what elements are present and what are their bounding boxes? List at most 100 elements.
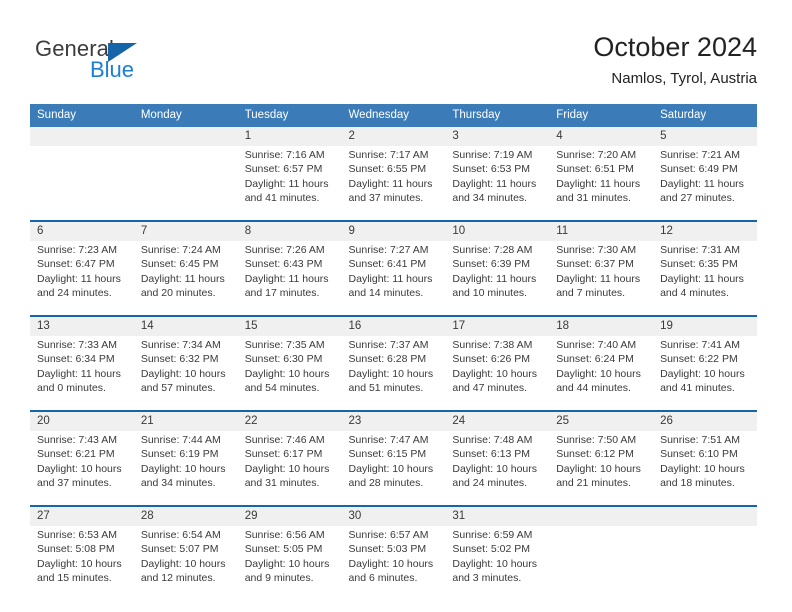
day-number[interactable]: 13 [30, 315, 134, 336]
day-cell[interactable]: Sunrise: 7:46 AM Sunset: 6:17 PM Dayligh… [237, 431, 342, 506]
day-cell[interactable]: Sunrise: 7:48 AM Sunset: 6:13 PM Dayligh… [445, 431, 550, 506]
day-cell[interactable]: Sunrise: 7:23 AM Sunset: 6:47 PM Dayligh… [30, 241, 134, 316]
sunset-text: Sunset: 5:08 PM [37, 543, 115, 556]
day-number[interactable]: 26 [653, 410, 757, 431]
daylight-text-line2: and 3 minutes. [452, 572, 522, 585]
day-number[interactable]: 3 [445, 127, 550, 146]
day-cell[interactable]: Sunrise: 7:44 AM Sunset: 6:19 PM Dayligh… [133, 431, 238, 506]
day-cell[interactable]: Sunrise: 7:41 AM Sunset: 6:22 PM Dayligh… [653, 336, 757, 411]
day-cell[interactable]: Sunrise: 7:38 AM Sunset: 6:26 PM Dayligh… [445, 336, 550, 411]
day-cell[interactable]: Sunrise: 6:54 AM Sunset: 5:07 PM Dayligh… [133, 526, 238, 600]
weekday-header-wednesday: Wednesday [341, 104, 446, 127]
sunrise-text: Sunrise: 6:57 AM [348, 529, 429, 541]
daylight-text-line1: Daylight: 10 hours [140, 367, 226, 380]
sunset-text: Sunset: 6:37 PM [556, 258, 634, 271]
day-number[interactable]: 1 [237, 127, 342, 146]
day-number[interactable]: 21 [133, 410, 238, 431]
day-cell[interactable]: Sunrise: 7:40 AM Sunset: 6:24 PM Dayligh… [549, 336, 654, 411]
day-cell[interactable]: Sunrise: 7:17 AM Sunset: 6:55 PM Dayligh… [341, 146, 446, 221]
day-cell[interactable]: Sunrise: 7:34 AM Sunset: 6:32 PM Dayligh… [133, 336, 238, 411]
day-number[interactable]: 15 [237, 315, 342, 336]
day-number[interactable]: 9 [341, 220, 446, 241]
day-number[interactable]: 16 [341, 315, 446, 336]
sunset-text: Sunset: 6:13 PM [452, 448, 531, 461]
sunset-text: Sunset: 6:10 PM [660, 448, 738, 461]
day-number[interactable]: 28 [133, 505, 238, 526]
day-number[interactable]: 5 [653, 127, 757, 146]
day-cell[interactable]: Sunrise: 6:53 AM Sunset: 5:08 PM Dayligh… [30, 526, 134, 600]
daylight-text-line2: and 41 minutes. [244, 192, 320, 205]
day-number[interactable]: 12 [653, 220, 757, 241]
day-number[interactable]: 30 [341, 505, 446, 526]
day-cell[interactable]: Sunrise: 7:33 AM Sunset: 6:34 PM Dayligh… [30, 336, 134, 411]
day-number[interactable]: 18 [549, 315, 654, 336]
daylight-text-line1: Daylight: 11 hours [452, 272, 537, 285]
day-number[interactable]: 7 [133, 220, 238, 241]
week-daynumber-row: 20 21 22 23 24 25 26 [30, 410, 757, 431]
day-number[interactable]: 11 [549, 220, 654, 241]
sunrise-text: Sunrise: 7:27 AM [348, 244, 429, 256]
daylight-text-line1: Daylight: 10 hours [244, 557, 330, 570]
sunset-text: Sunset: 6:53 PM [452, 163, 531, 176]
daylight-text-line2: and 6 minutes. [348, 572, 418, 585]
day-number[interactable]: 31 [445, 505, 550, 526]
day-number[interactable]: 17 [445, 315, 550, 336]
day-cell[interactable]: Sunrise: 7:43 AM Sunset: 6:21 PM Dayligh… [30, 431, 134, 506]
day-cell[interactable]: Sunrise: 7:28 AM Sunset: 6:39 PM Dayligh… [445, 241, 550, 316]
sunrise-text: Sunrise: 7:28 AM [452, 244, 533, 256]
sunrise-text: Sunrise: 7:38 AM [452, 339, 533, 351]
day-cell[interactable]: Sunrise: 7:21 AM Sunset: 6:49 PM Dayligh… [653, 146, 757, 221]
day-number[interactable]: 29 [237, 505, 342, 526]
day-cell[interactable]: Sunrise: 7:35 AM Sunset: 6:30 PM Dayligh… [237, 336, 342, 411]
day-cell[interactable]: Sunrise: 6:59 AM Sunset: 5:02 PM Dayligh… [445, 526, 550, 600]
day-cell[interactable]: Sunrise: 6:56 AM Sunset: 5:05 PM Dayligh… [237, 526, 342, 600]
day-number[interactable]: 25 [549, 410, 654, 431]
day-cell[interactable]: Sunrise: 7:24 AM Sunset: 6:45 PM Dayligh… [133, 241, 238, 316]
day-number[interactable]: 20 [30, 410, 134, 431]
day-cell[interactable]: Sunrise: 7:37 AM Sunset: 6:28 PM Dayligh… [341, 336, 446, 411]
day-cell[interactable]: Sunrise: 7:27 AM Sunset: 6:41 PM Dayligh… [341, 241, 446, 316]
day-cell[interactable]: Sunrise: 6:57 AM Sunset: 5:03 PM Dayligh… [341, 526, 446, 600]
day-number[interactable]: 22 [237, 410, 342, 431]
daylight-text-line1: Daylight: 10 hours [348, 462, 434, 475]
daylight-text-line2: and 34 minutes. [452, 192, 528, 205]
daylight-text-line1: Daylight: 10 hours [37, 557, 122, 570]
day-number[interactable]: 2 [341, 127, 446, 146]
day-cell[interactable]: Sunrise: 7:50 AM Sunset: 6:12 PM Dayligh… [549, 431, 654, 506]
daylight-text-line2: and 34 minutes. [140, 477, 216, 490]
day-cell[interactable]: Sunrise: 7:16 AM Sunset: 6:57 PM Dayligh… [237, 146, 342, 221]
daylight-text-line2: and 31 minutes. [244, 477, 320, 490]
weekday-header-thursday: Thursday [445, 104, 550, 127]
day-cell[interactable]: Sunrise: 7:26 AM Sunset: 6:43 PM Dayligh… [237, 241, 342, 316]
daylight-text-line1: Daylight: 10 hours [140, 557, 226, 570]
day-number[interactable]: 27 [30, 505, 134, 526]
day-number[interactable]: 14 [133, 315, 238, 336]
sunset-text: Sunset: 6:39 PM [452, 258, 531, 271]
day-cell-empty [30, 146, 134, 221]
day-cell[interactable]: Sunrise: 7:30 AM Sunset: 6:37 PM Dayligh… [549, 241, 654, 316]
day-number[interactable]: 23 [341, 410, 446, 431]
day-cell[interactable]: Sunrise: 7:20 AM Sunset: 6:51 PM Dayligh… [549, 146, 654, 221]
day-number[interactable]: 4 [549, 127, 654, 146]
sunset-text: Sunset: 6:55 PM [348, 163, 427, 176]
day-number[interactable]: 10 [445, 220, 550, 241]
day-number[interactable]: 19 [653, 315, 757, 336]
day-number[interactable]: 24 [445, 410, 550, 431]
sunset-text: Sunset: 6:47 PM [37, 258, 115, 271]
sunset-text: Sunset: 6:30 PM [244, 353, 323, 366]
calendar-table: Sunday Monday Tuesday Wednesday Thursday… [30, 104, 757, 600]
day-number[interactable]: 8 [237, 220, 342, 241]
day-cell[interactable]: Sunrise: 7:47 AM Sunset: 6:15 PM Dayligh… [341, 431, 446, 506]
day-cell[interactable]: Sunrise: 7:51 AM Sunset: 6:10 PM Dayligh… [653, 431, 757, 506]
calendar-page: General Blue October 2024 Namlos, Tyrol,… [0, 0, 792, 612]
day-number[interactable]: 6 [30, 220, 134, 241]
sunset-text: Sunset: 6:34 PM [37, 353, 115, 366]
day-cell[interactable]: Sunrise: 7:19 AM Sunset: 6:53 PM Dayligh… [445, 146, 550, 221]
page-subtitle: Namlos, Tyrol, Austria [611, 70, 757, 87]
sunset-text: Sunset: 6:17 PM [244, 448, 323, 461]
week-detail-row: Sunrise: 7:23 AM Sunset: 6:47 PM Dayligh… [30, 241, 757, 316]
general-blue-logo[interactable]: General Blue [35, 36, 195, 86]
day-cell[interactable]: Sunrise: 7:31 AM Sunset: 6:35 PM Dayligh… [653, 241, 757, 316]
sunset-text: Sunset: 6:22 PM [660, 353, 738, 366]
daylight-text-line1: Daylight: 10 hours [348, 367, 434, 380]
